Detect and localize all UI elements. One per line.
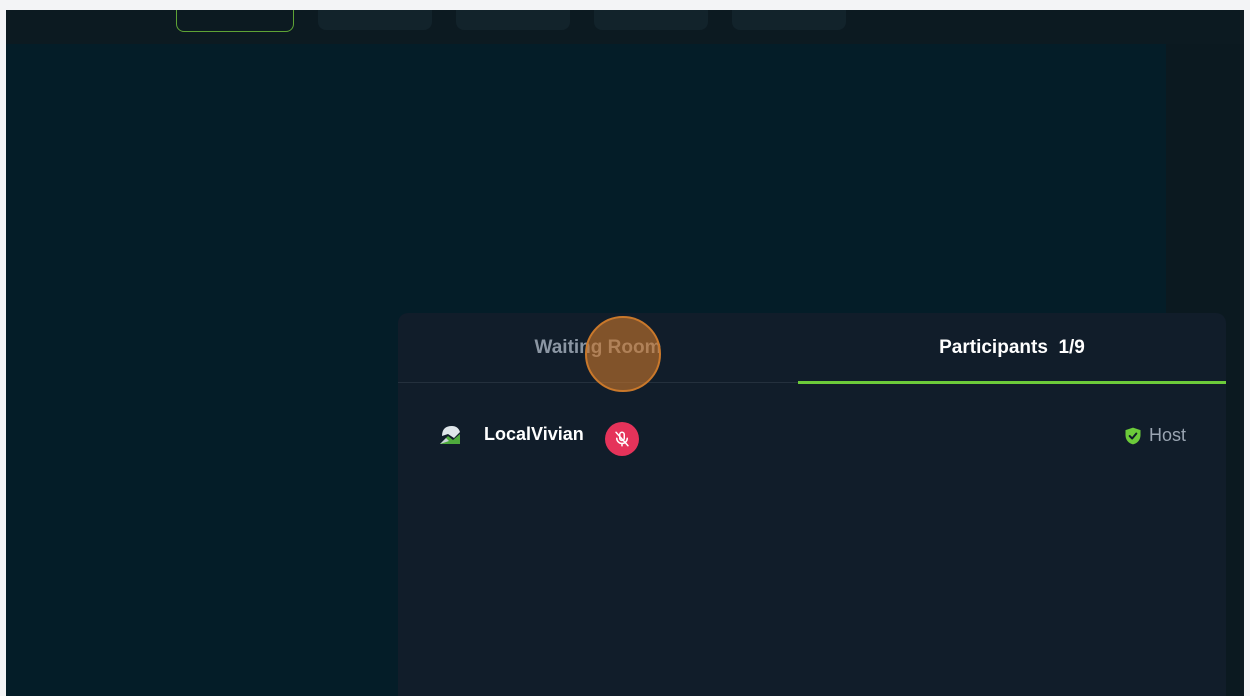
- top-toolbar: [6, 10, 1244, 44]
- shield-check-icon: [1125, 427, 1141, 444]
- click-indicator: [585, 316, 661, 392]
- broken-image-icon: [438, 422, 462, 446]
- role-badge: Host: [1123, 425, 1186, 446]
- toolbar-button[interactable]: [318, 10, 432, 30]
- participant-row[interactable]: LocalVivian Host: [398, 418, 1226, 458]
- active-tab-indicator: [798, 381, 1226, 384]
- role-label: Host: [1148, 425, 1186, 445]
- mic-off-icon[interactable]: [605, 422, 639, 456]
- toolbar-button[interactable]: [456, 10, 570, 30]
- toolbar-button-active[interactable]: [176, 10, 294, 32]
- tab-label: Participants 1/9: [939, 336, 1085, 358]
- toolbar-button[interactable]: [594, 10, 708, 30]
- participant-name: LocalVivian: [484, 424, 584, 444]
- panel-tabs: Waiting Room Participants 1/9: [398, 313, 1226, 384]
- participants-panel: Waiting Room Participants 1/9 LocalVivia…: [398, 313, 1226, 696]
- tab-participants[interactable]: Participants 1/9: [798, 313, 1226, 382]
- toolbar-button[interactable]: [732, 10, 846, 30]
